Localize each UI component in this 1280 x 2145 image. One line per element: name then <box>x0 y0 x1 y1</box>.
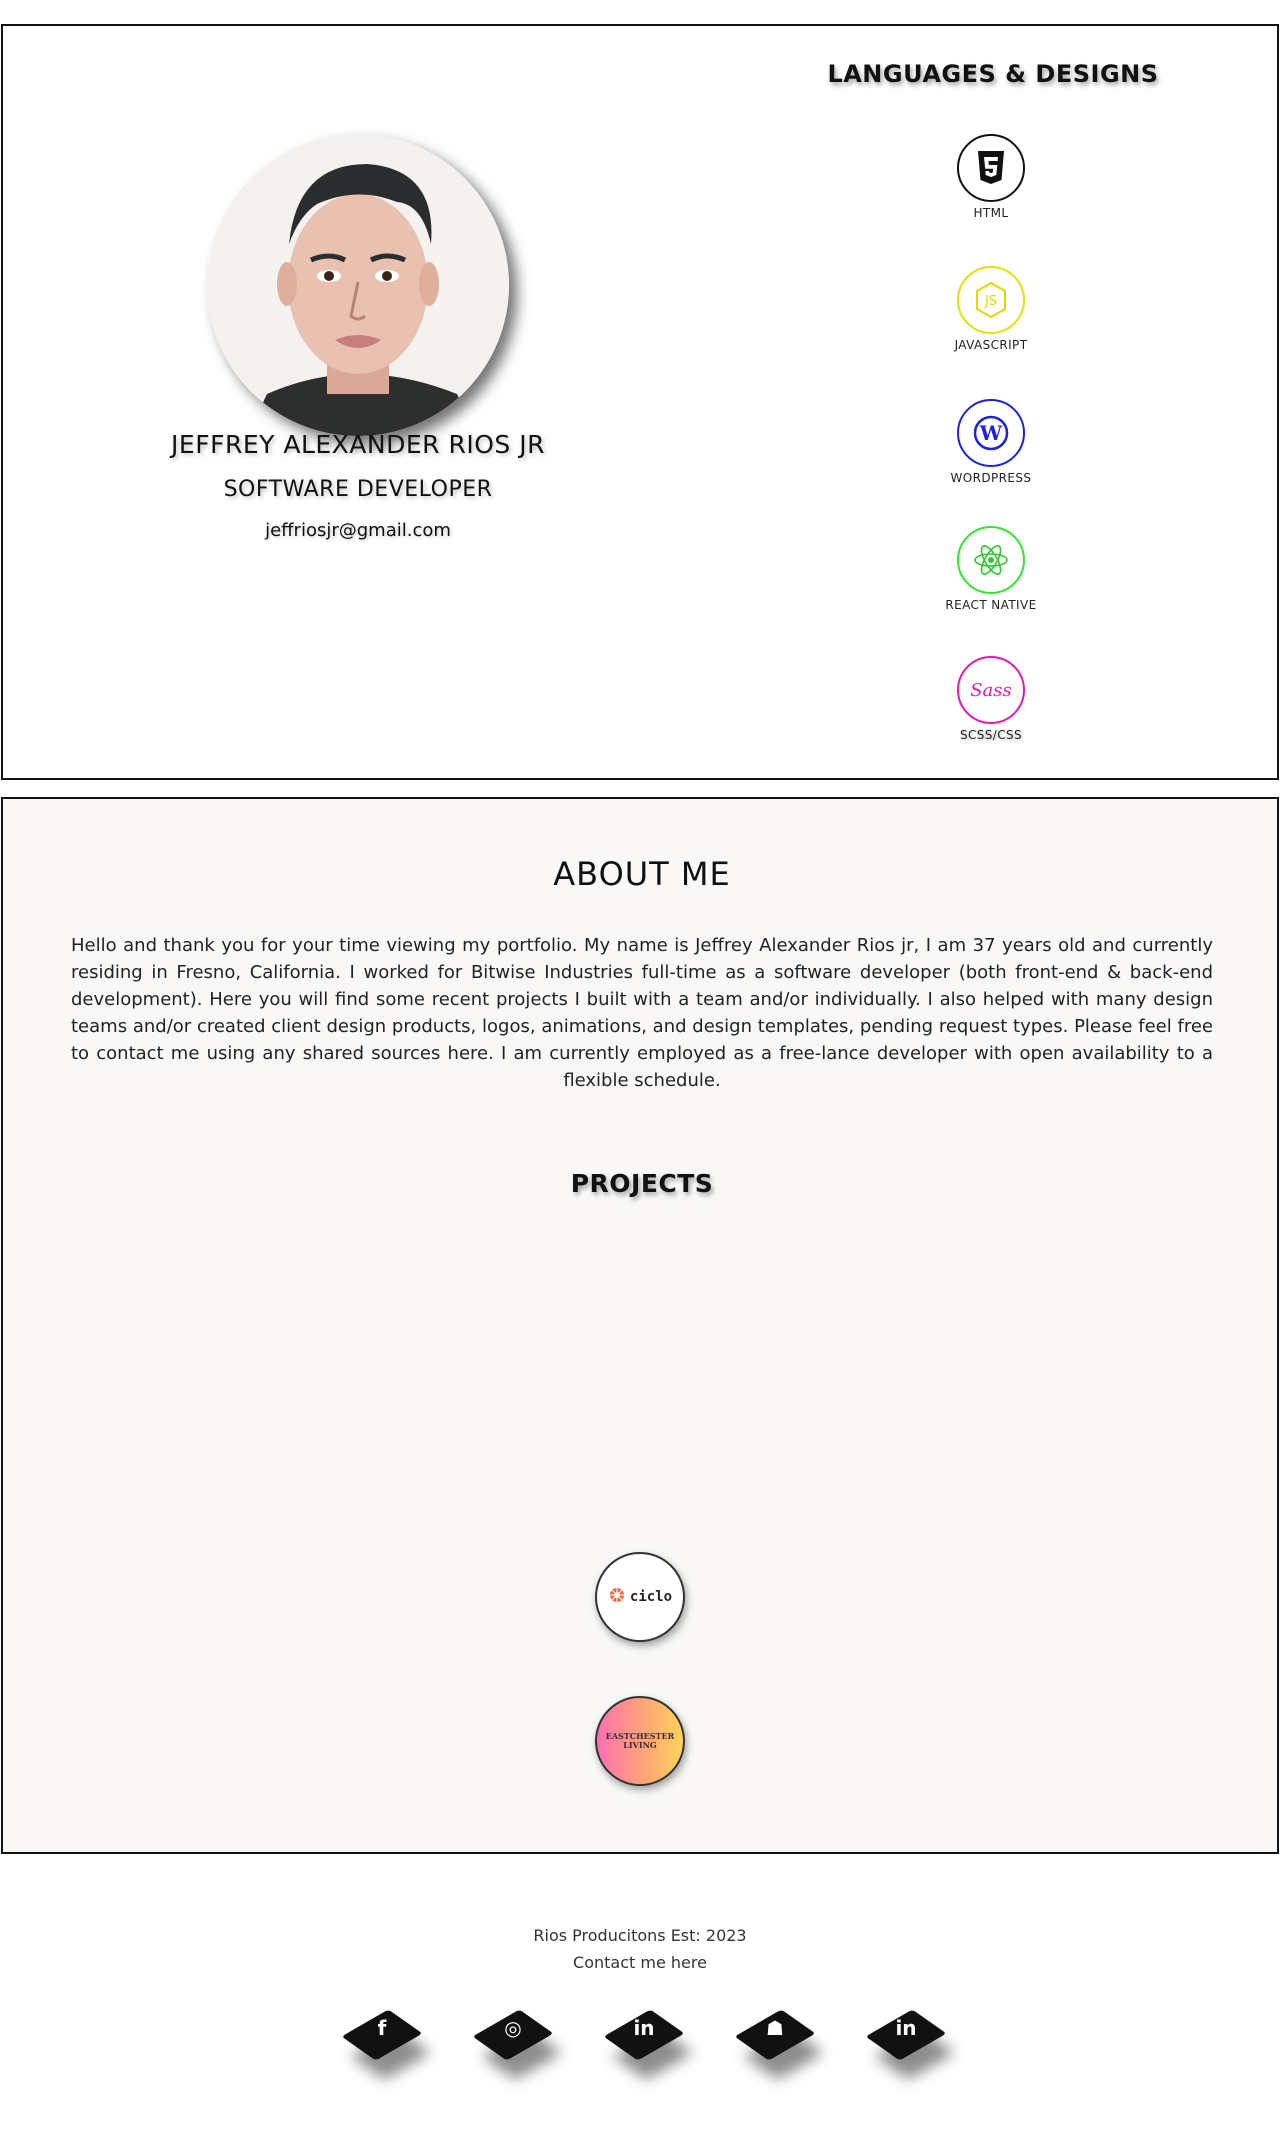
skill-html: HTML <box>903 134 1079 220</box>
languages-title: LANGUAGES & DESIGNS <box>827 60 1159 88</box>
html5-icon <box>957 134 1025 202</box>
wordpress-icon: W <box>957 399 1025 467</box>
linkedin-glyph: in <box>895 2016 917 2040</box>
github-link[interactable]: ☗ <box>734 2008 818 2088</box>
footer-contact-label: Contact me here <box>573 1953 707 1972</box>
linkedin-link[interactable]: in <box>603 2008 687 2088</box>
profile-email[interactable]: jeffriosjr@gmail.com <box>3 520 713 541</box>
profile-avatar <box>207 134 509 436</box>
svg-text:W: W <box>979 421 1003 445</box>
react-icon <box>957 526 1025 594</box>
sass-icon: Sass <box>957 656 1025 724</box>
instagram-link[interactable]: ◎ <box>472 2008 556 2088</box>
instagram-glyph: ◎ <box>504 2016 522 2040</box>
about-text: Hello and thank you for your time viewin… <box>71 935 1213 1091</box>
hero-section: JEFFREY ALEXANDER RIOS JR SOFTWARE DEVEL… <box>1 24 1279 780</box>
linkedin-glyph: in <box>633 2016 655 2040</box>
about-title: ABOUT ME <box>553 855 731 893</box>
skill-label: JAVASCRIPT <box>954 338 1028 352</box>
skill-wordpress: W WORDPRESS <box>903 399 1079 485</box>
skill-label: HTML <box>973 206 1009 220</box>
profile-role: SOFTWARE DEVELOPER <box>223 477 493 502</box>
skill-javascript: JS JAVASCRIPT <box>903 266 1079 352</box>
javascript-icon: JS <box>957 266 1025 334</box>
ciclo-logo-icon <box>608 1586 626 1608</box>
project-label: ciclo <box>629 1589 673 1605</box>
skill-label: WORDPRESS <box>950 471 1032 485</box>
skill-scss-css: Sass SCSS/CSS <box>903 656 1079 742</box>
skill-label: REACT NATIVE <box>945 598 1037 612</box>
facebook-link[interactable]: f <box>341 2008 425 2088</box>
project-eastchester-link[interactable]: EASTCHESTER LIVING <box>595 1696 685 1786</box>
skill-react-native: REACT NATIVE <box>903 526 1079 612</box>
profile-name: JEFFREY ALEXANDER RIOS JR <box>171 430 545 459</box>
svg-text:Sass: Sass <box>970 680 1012 701</box>
linkedin-link-2[interactable]: in <box>865 2008 949 2088</box>
github-glyph: ☗ <box>766 2016 784 2040</box>
project-label: EASTCHESTER LIVING <box>605 1731 675 1750</box>
facebook-glyph: f <box>377 2016 387 2040</box>
footer-copyright: Rios Producitons Est: 2023 <box>533 1926 747 1945</box>
project-ciclo-link[interactable]: ciclo <box>595 1552 685 1642</box>
about-section: ABOUT ME Hello and thank you for your ti… <box>1 797 1279 1854</box>
skill-label: SCSS/CSS <box>959 728 1023 742</box>
projects-title: PROJECTS <box>570 1169 714 1198</box>
svg-text:JS: JS <box>984 294 997 309</box>
